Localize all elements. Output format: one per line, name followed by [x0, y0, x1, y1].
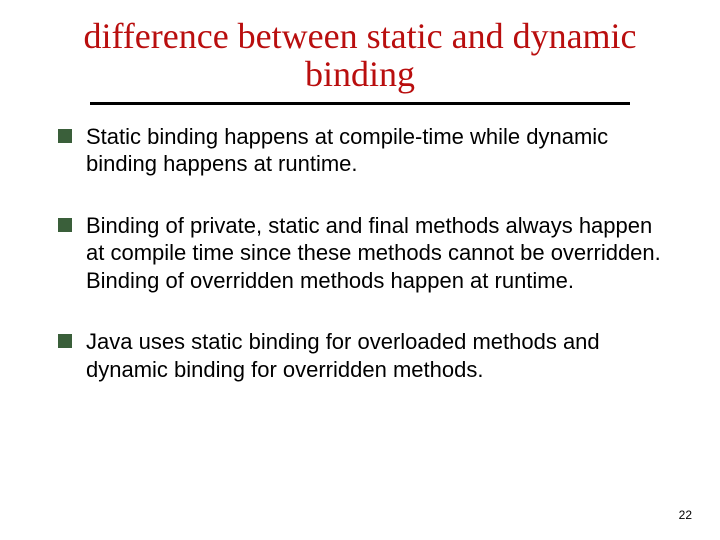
bullet-text: Static binding happens at compile-time w…: [86, 123, 662, 178]
slide-title: difference between static and dynamic bi…: [0, 0, 720, 100]
list-item: Java uses static binding for overloaded …: [58, 328, 662, 383]
slide-body: Static binding happens at compile-time w…: [0, 105, 720, 384]
bullet-text: Binding of private, static and final met…: [86, 212, 662, 295]
square-bullet-icon: [58, 218, 72, 232]
list-item: Binding of private, static and final met…: [58, 212, 662, 295]
list-item: Static binding happens at compile-time w…: [58, 123, 662, 178]
page-number: 22: [679, 508, 692, 522]
bullet-text: Java uses static binding for overloaded …: [86, 328, 662, 383]
square-bullet-icon: [58, 334, 72, 348]
square-bullet-icon: [58, 129, 72, 143]
slide: difference between static and dynamic bi…: [0, 0, 720, 540]
